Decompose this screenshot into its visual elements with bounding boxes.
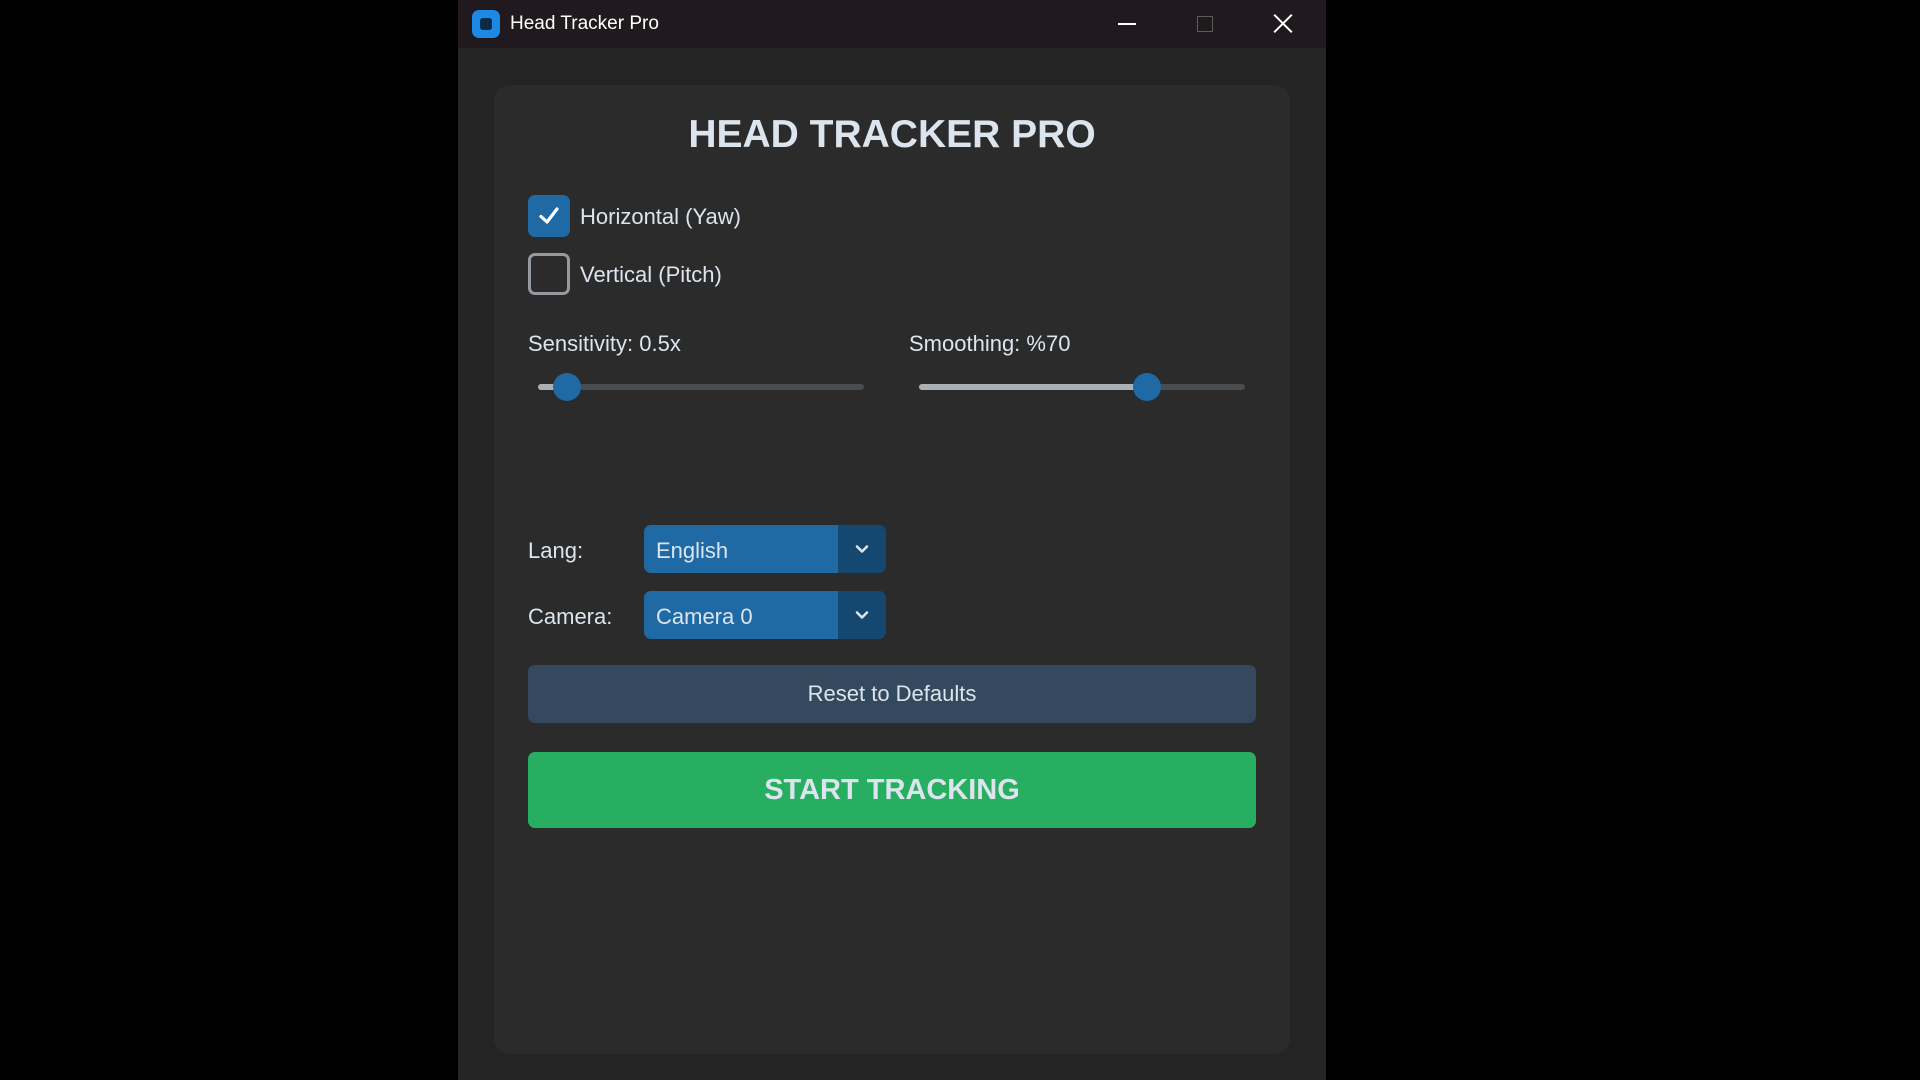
- close-icon: [1272, 12, 1294, 34]
- language-selected-value: English: [656, 538, 729, 563]
- close-button[interactable]: [1244, 0, 1322, 46]
- app-window: Head Tracker Pro HEAD TRACKER PRO Horizo…: [458, 0, 1326, 1080]
- window-title: Head Tracker Pro: [510, 13, 659, 34]
- reset-to-defaults-button[interactable]: Reset to Defaults: [528, 665, 1256, 723]
- smoothing-track-fill: [919, 384, 1148, 390]
- camera-dropdown-toggle[interactable]: [838, 591, 886, 639]
- horizontal-yaw-checkbox[interactable]: [528, 195, 570, 237]
- start-tracking-button[interactable]: START TRACKING: [528, 752, 1256, 828]
- camera-selected-value: Camera 0: [656, 604, 753, 629]
- sensitivity-label: Sensitivity: 0.5x: [528, 331, 681, 356]
- app-icon: [472, 10, 500, 38]
- language-dropdown-field[interactable]: English: [644, 525, 838, 573]
- minimize-button[interactable]: [1088, 0, 1166, 46]
- smoothing-label: Smoothing: %70: [909, 331, 1071, 356]
- language-dropdown[interactable]: English: [644, 525, 886, 573]
- vertical-pitch-checkbox[interactable]: [528, 253, 570, 295]
- language-label: Lang:: [528, 538, 584, 563]
- maximize-button[interactable]: [1166, 0, 1244, 46]
- chevron-down-icon: [855, 545, 869, 553]
- camera-label: Camera:: [528, 604, 613, 629]
- chevron-down-icon: [855, 611, 869, 619]
- title-bar[interactable]: Head Tracker Pro: [458, 0, 1326, 48]
- minimize-icon: [1118, 23, 1136, 25]
- maximize-icon: [1197, 16, 1213, 32]
- smoothing-slider-handle[interactable]: [1133, 373, 1162, 401]
- sensitivity-track[interactable]: [538, 384, 864, 390]
- camera-dropdown-field[interactable]: Camera 0: [644, 591, 838, 639]
- language-dropdown-toggle[interactable]: [838, 525, 886, 573]
- smoothing-track[interactable]: [919, 384, 1245, 390]
- sensitivity-slider[interactable]: [538, 373, 864, 401]
- checkmark-icon: [539, 207, 559, 224]
- horizontal-yaw-label[interactable]: Horizontal (Yaw): [580, 204, 741, 230]
- settings-panel: HEAD TRACKER PRO Horizontal (Yaw) Vertic…: [494, 85, 1290, 1054]
- sensitivity-slider-handle[interactable]: [553, 373, 582, 401]
- vertical-pitch-label[interactable]: Vertical (Pitch): [580, 262, 722, 288]
- page-title: HEAD TRACKER PRO: [688, 113, 1096, 156]
- smoothing-slider[interactable]: [919, 373, 1245, 401]
- camera-dropdown[interactable]: Camera 0: [644, 591, 886, 639]
